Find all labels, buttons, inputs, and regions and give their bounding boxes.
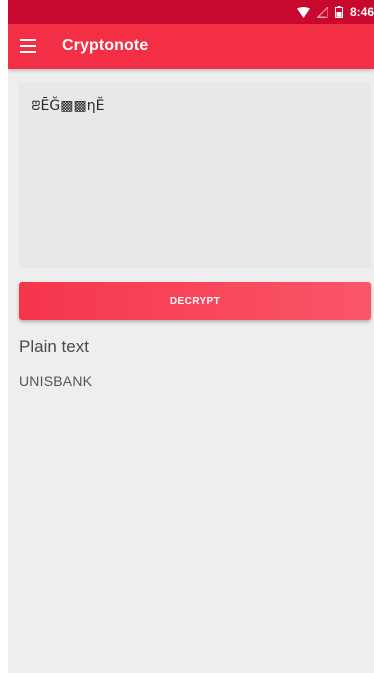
battery-icon [334,6,343,18]
menu-icon[interactable] [20,39,36,53]
cipher-text-input[interactable]: ꢂĒĞ▩▩ηĔ [19,82,371,268]
app-screen: 8:46 Cryptonote ꢂĒĞ▩▩ηĔ DECRYPT Plain te… [8,0,374,673]
status-icons: 8:46 [296,3,374,21]
plain-text-value: UNISBANK [19,373,93,389]
signal-icon [316,6,328,18]
app-title: Cryptonote [62,37,149,54]
plain-text-label: Plain text [19,337,89,356]
wifi-icon [296,6,310,18]
app-bar: Cryptonote [8,24,374,69]
status-time: 8:46 [349,5,374,19]
screen: 8:46 Cryptonote ꢂĒĞ▩▩ηĔ DECRYPT Plain te… [0,0,374,673]
decrypt-button[interactable]: DECRYPT [19,282,371,320]
status-bar: 8:46 [8,0,374,24]
